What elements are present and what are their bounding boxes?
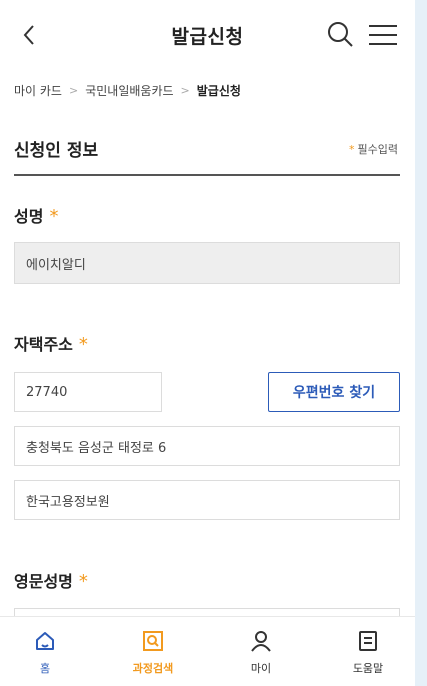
bottom-nav: 홈 과정검색 마이 도움말 — [0, 616, 415, 686]
breadcrumb-item-card[interactable]: 국민내일배움카드 — [85, 82, 173, 99]
find-zipcode-button[interactable]: 우편번호 찾기 — [268, 372, 400, 412]
address-label: 자택주소 * — [14, 331, 88, 355]
search-icon — [328, 22, 353, 47]
zipcode-field[interactable]: 27740 — [14, 372, 162, 412]
required-star: * — [349, 143, 355, 156]
nav-help[interactable]: 도움말 — [333, 617, 403, 686]
name-label: 성명 * — [14, 203, 58, 227]
address-line2-field[interactable]: 한국고용정보원 — [14, 480, 400, 520]
required-star: * — [78, 334, 88, 355]
english-name-label: 영문성명 * — [14, 568, 88, 592]
english-name-label-text: 영문성명 — [14, 572, 73, 591]
chevron-right-icon: > — [68, 83, 79, 97]
breadcrumb: 마이 카드 > 국민내일배움카드 > 발급신청 — [14, 80, 241, 100]
home-icon — [36, 632, 54, 650]
address-label-text: 자택주소 — [14, 335, 73, 354]
person-icon — [251, 631, 271, 652]
app-header: 발급신청 — [0, 0, 415, 70]
required-star: * — [78, 571, 88, 592]
nav-course-search-label: 과정검색 — [132, 662, 174, 675]
section-title: 신청인 정보 — [14, 141, 99, 161]
address-line1-field[interactable]: 충청북도 음성군 태정로 6 — [14, 426, 400, 466]
name-field[interactable]: 에이치알디 — [14, 242, 400, 284]
nav-home[interactable]: 홈 — [10, 617, 80, 686]
help-document-icon — [359, 631, 377, 651]
section-divider — [14, 174, 400, 176]
side-background — [415, 0, 427, 686]
required-note-text: 필수입력 — [357, 143, 398, 156]
chevron-right-icon: > — [180, 83, 190, 97]
nav-my-label: 마이 — [250, 662, 272, 675]
nav-my[interactable]: 마이 — [226, 617, 296, 686]
course-search-icon — [143, 631, 163, 651]
breadcrumb-item-my-card[interactable]: 마이 카드 — [14, 82, 62, 99]
breadcrumb-item-current: 발급신청 — [196, 83, 241, 98]
nav-course-search[interactable]: 과정검색 — [118, 617, 188, 686]
search-button[interactable] — [326, 20, 356, 50]
menu-button[interactable] — [366, 20, 400, 50]
app-frame: 발급신청 마이 카드 > 국민내일배움카드 > 발급신청 신청인 정보 * 필수입… — [0, 0, 415, 686]
nav-home-label: 홈 — [39, 662, 51, 675]
required-star: * — [49, 206, 59, 227]
hamburger-menu-icon — [369, 25, 397, 45]
nav-help-label: 도움말 — [352, 662, 384, 675]
required-note: * 필수입력 — [349, 141, 398, 157]
name-label-text: 성명 — [14, 207, 44, 226]
